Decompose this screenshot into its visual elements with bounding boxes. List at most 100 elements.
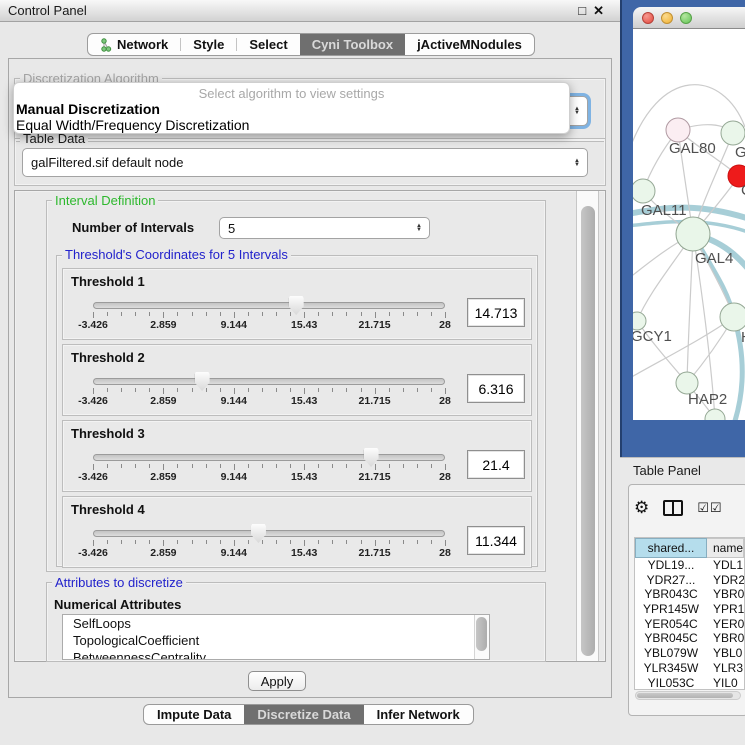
apply-button[interactable]: Apply: [248, 671, 306, 691]
node-label: H: [741, 329, 745, 346]
slider-tick-labels: -3.4262.8599.14415.4321.71528: [93, 395, 445, 408]
tick-mark: [361, 388, 362, 392]
tab-infer-network[interactable]: Infer Network: [364, 705, 473, 724]
tick-mark: [121, 464, 122, 468]
zoom-traffic-icon[interactable]: [680, 12, 692, 24]
attribute-list-item[interactable]: SelfLoops: [63, 615, 489, 632]
network-edge[interactable]: [687, 234, 693, 383]
table-row[interactable]: YLR345WYLR3: [635, 661, 744, 676]
table-row[interactable]: YIL053CYIL0: [635, 676, 744, 691]
tick-mark: [206, 464, 207, 468]
cell-shared-name: YBR045C: [635, 631, 707, 646]
close-window-icon[interactable]: ✕: [593, 3, 604, 19]
tick-mark: [234, 312, 235, 318]
threshold-name: Threshold 4: [71, 502, 145, 517]
attributes-list-scrollbar[interactable]: [474, 615, 489, 659]
attribute-list-item[interactable]: BetweennessCentrality: [63, 649, 489, 660]
tick-mark: [276, 464, 277, 468]
cell-shared-name: YLR345W: [635, 661, 707, 676]
tick-mark: [431, 540, 432, 544]
threshold-value-field[interactable]: 11.344: [467, 526, 525, 555]
tick-mark: [177, 464, 178, 468]
tab-network[interactable]: Network: [88, 34, 180, 55]
network-node[interactable]: [721, 121, 745, 145]
column-header-shared-name[interactable]: shared...: [635, 538, 707, 558]
tab-select[interactable]: Select: [237, 34, 299, 55]
tick-mark: [389, 312, 390, 316]
tick-mark: [177, 388, 178, 392]
columns-icon[interactable]: [663, 500, 683, 516]
scrollbar-thumb[interactable]: [581, 206, 595, 656]
control-panel: Control Panel □ ✕ Network Style Select: [0, 0, 620, 745]
threshold-value-field[interactable]: 14.713: [467, 298, 525, 327]
tick-mark: [417, 312, 418, 316]
threshold-panel: Threshold 4-3.4262.8599.14415.4321.71528…: [62, 496, 532, 568]
cell-shared-name: YPR145W: [635, 602, 707, 617]
tick-mark: [318, 388, 319, 392]
table-row[interactable]: YBL079WYBL0: [635, 646, 744, 661]
threshold-panel: Threshold 2-3.4262.8599.14415.4321.71528…: [62, 344, 532, 416]
tick-label: 9.144: [221, 547, 247, 559]
tab-jactivemnodules[interactable]: jActiveMNodules: [405, 34, 534, 55]
threshold-slider-track[interactable]: [93, 302, 445, 309]
tick-mark: [163, 388, 164, 394]
threshold-slider-track[interactable]: [93, 530, 445, 537]
tick-mark: [234, 540, 235, 546]
node-label: GAL11: [641, 202, 687, 219]
dropdown-option-manual-discretization[interactable]: Manual Discretization: [14, 101, 569, 117]
number-of-intervals-label: Number of Intervals: [72, 220, 194, 235]
dropdown-option-equal-width[interactable]: Equal Width/Frequency Discretization: [14, 117, 569, 133]
close-traffic-icon[interactable]: [642, 12, 654, 24]
scrollbar-thumb[interactable]: [476, 617, 487, 651]
table-row[interactable]: YDR27...YDR2: [635, 573, 744, 588]
table-row[interactable]: YDL19...YDL1: [635, 558, 744, 573]
tick-label: 15.43: [291, 547, 317, 559]
tick-mark: [304, 388, 305, 394]
tick-label: 15.43: [291, 319, 317, 331]
tick-mark: [361, 540, 362, 544]
attribute-list-item[interactable]: TopologicalCoefficient: [63, 632, 489, 649]
settings-vertical-scrollbar[interactable]: [576, 191, 599, 661]
select-checkboxes-icon[interactable]: ☑☑: [697, 501, 722, 516]
network-window-titlebar[interactable]: [633, 7, 745, 29]
network-node[interactable]: [633, 179, 655, 203]
table-data-combobox[interactable]: galFiltered.sif default node ▲▼: [22, 148, 588, 177]
network-node[interactable]: [720, 303, 745, 331]
network-edge[interactable]: [633, 317, 734, 379]
column-header-name[interactable]: name: [707, 538, 744, 558]
threshold-value-field[interactable]: 21.4: [467, 450, 525, 479]
table-horizontal-scrollbar[interactable]: [635, 691, 741, 700]
tick-label: 9.144: [221, 319, 247, 331]
tab-discretize-data[interactable]: Discretize Data: [244, 705, 363, 724]
bottom-tab-bar: Impute Data Discretize Data Infer Networ…: [143, 704, 474, 725]
table-row[interactable]: YER054CYER0: [635, 617, 744, 632]
numerical-attributes-list[interactable]: SelfLoopsTopologicalCoefficientBetweenne…: [62, 614, 490, 660]
threshold-slider-track[interactable]: [93, 378, 445, 385]
table-row[interactable]: YBR045CYBR0: [635, 631, 744, 646]
tick-label: 15.43: [291, 395, 317, 407]
tick-mark: [220, 388, 221, 392]
minimize-traffic-icon[interactable]: [661, 12, 673, 24]
table-row[interactable]: YBR043CYBR0: [635, 587, 744, 602]
tick-mark: [346, 312, 347, 316]
tick-label: 15.43: [291, 471, 317, 483]
tick-mark: [220, 464, 221, 468]
network-canvas[interactable]: GAL80GACGAL11GAL4GCY1HHAP2: [633, 29, 745, 420]
float-window-icon[interactable]: □: [578, 3, 586, 19]
network-node[interactable]: [666, 118, 690, 142]
scrollbar-thumb[interactable]: [637, 693, 733, 698]
threshold-value-field[interactable]: 6.316: [467, 374, 525, 403]
cell-shared-name: YIL053C: [635, 676, 707, 691]
tick-mark: [318, 540, 319, 544]
threshold-slider-track[interactable]: [93, 454, 445, 461]
network-node[interactable]: [705, 409, 725, 420]
tab-style[interactable]: Style: [181, 34, 236, 55]
tick-mark: [234, 464, 235, 470]
table-row[interactable]: YPR145WYPR1: [635, 602, 744, 617]
tab-cyni-toolbox[interactable]: Cyni Toolbox: [300, 34, 405, 55]
gear-icon[interactable]: ⚙: [634, 498, 649, 518]
tick-mark: [445, 388, 446, 394]
number-of-intervals-combobox[interactable]: 5 ▲▼: [219, 217, 430, 239]
network-node[interactable]: [676, 217, 710, 251]
tab-impute-data[interactable]: Impute Data: [144, 705, 244, 724]
